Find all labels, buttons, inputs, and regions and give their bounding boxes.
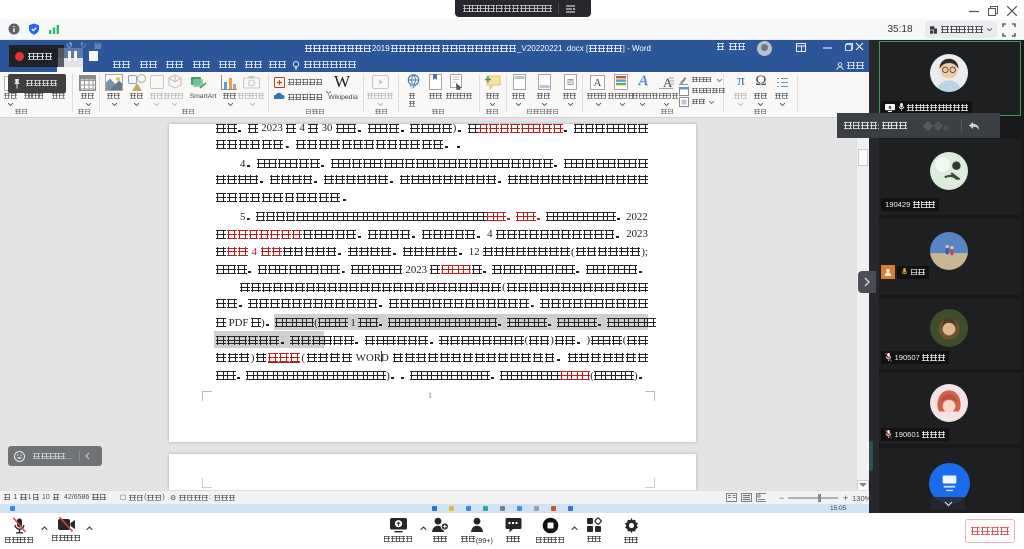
svg-text:A: A — [663, 75, 673, 90]
svg-text:#: # — [569, 80, 572, 86]
svg-text:A: A — [594, 77, 602, 89]
